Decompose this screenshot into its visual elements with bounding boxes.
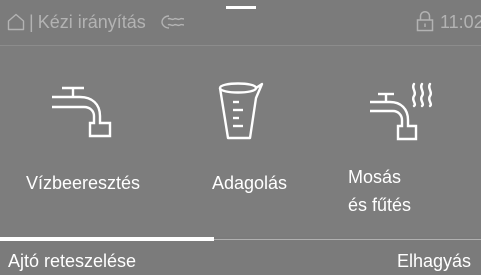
footer-focus-indicator: [0, 237, 214, 241]
tile-wash-heat[interactable]: Mosás és fűtés: [320, 46, 481, 236]
tile-label: Adagolás: [212, 173, 288, 193]
top-indicator: [226, 6, 256, 9]
door-lock-button[interactable]: Ajtó reteszelése: [8, 250, 136, 272]
water-wave-icon: [161, 15, 185, 29]
page-title: Kézi irányítás: [37, 12, 146, 32]
lock-icon: [416, 11, 434, 32]
status-bar: | Kézi irányítás 11:02: [0, 0, 481, 45]
tile-dosing[interactable]: Adagolás: [160, 46, 320, 236]
clock: 11:02: [440, 12, 481, 32]
breadcrumb: | Kézi irányítás: [29, 11, 146, 33]
breadcrumb-separator: |: [29, 12, 34, 32]
tile-water-intake[interactable]: Vízbeeresztés: [0, 46, 160, 236]
footer-divider: [214, 239, 481, 240]
tile-label: és fűtés: [348, 195, 412, 215]
faucet-heat-icon: [370, 82, 433, 141]
exit-button[interactable]: Elhagyás: [397, 250, 471, 272]
tile-label: Mosás: [348, 167, 402, 187]
home-icon[interactable]: [7, 13, 25, 31]
faucet-icon: [52, 86, 112, 138]
tile-label: Vízbeeresztés: [26, 173, 141, 193]
measuring-cup-icon: [218, 82, 264, 140]
